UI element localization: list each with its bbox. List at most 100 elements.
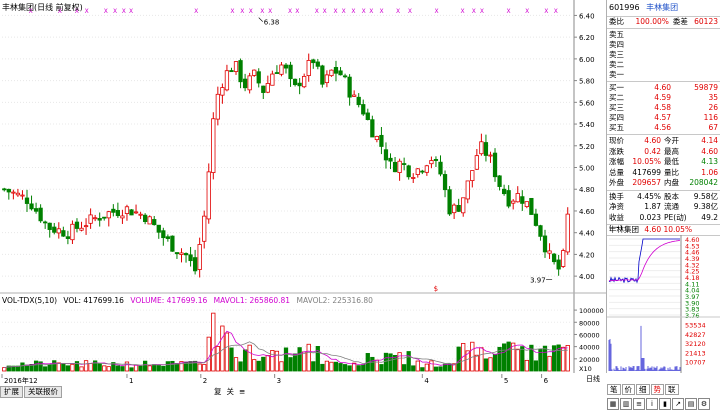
quote-label: 涨跌	[609, 146, 624, 156]
volume-bar	[329, 361, 334, 372]
kline-chart-area[interactable]: 6.40 6.20 6.00 5.80 5.60 5.40 5.20 5.00 4.80 4.60…	[0, 0, 607, 373]
candle-body	[242, 78, 248, 89]
period-label[interactable]: 日线	[586, 374, 600, 384]
volume-bar	[338, 363, 343, 372]
weibi-label: 委比	[609, 17, 624, 26]
volume-bar	[515, 348, 520, 372]
candle-body	[79, 227, 84, 231]
volume-bar	[120, 366, 125, 372]
candle-body	[188, 254, 193, 262]
signal-marker: X	[554, 8, 558, 15]
fund-label-2: 流通	[664, 202, 679, 211]
volume-bar	[152, 364, 157, 372]
volume-bar	[79, 366, 84, 372]
candle-body	[374, 136, 380, 141]
volume-bar	[533, 360, 539, 372]
chart-icon[interactable]: ▥	[620, 398, 632, 410]
candle-body	[424, 165, 429, 173]
list-icon[interactable]: ≡	[633, 398, 645, 410]
signal-marker: X	[129, 8, 133, 15]
quote-value: 10.05%	[632, 157, 661, 166]
price-tick-label: 4.80	[579, 186, 595, 194]
stock-name: 丰林集团	[646, 3, 679, 12]
tab-related-quotes[interactable]: 关联报价	[24, 386, 62, 398]
price-tick-label: 5.00	[579, 165, 595, 173]
buy-label: 买五	[609, 123, 624, 132]
info-icon[interactable]: i	[646, 398, 658, 410]
tab-lian[interactable]: 联	[665, 384, 679, 395]
candle-body	[397, 160, 402, 173]
trend-icon[interactable]: ↗	[672, 398, 684, 410]
quote-value-2: 4.14	[701, 136, 718, 145]
candle-body	[452, 204, 457, 214]
setting-icon[interactable]: ⚙	[698, 398, 710, 410]
volume-tick-label: 20000	[579, 356, 600, 364]
sell-volume	[671, 70, 718, 80]
sell-row: 卖三	[607, 50, 720, 60]
signal-marker: X	[260, 8, 264, 15]
volume-bar	[102, 365, 107, 372]
fund-row: 收益(一) 0.023 PE(动) 49.2	[607, 212, 720, 233]
volume-bar	[170, 360, 175, 372]
volume-bar	[524, 359, 529, 372]
volume-bar	[270, 350, 275, 372]
candle-body	[352, 94, 357, 97]
candle-body	[565, 213, 570, 253]
date-tick-label: 5	[504, 377, 508, 385]
menu-icon[interactable]: ≡	[237, 387, 247, 397]
buy-orders: 买一 4.60 59879 买二 4.59 35 买三 4.58 26 买四 4.57 116 买五 4.…	[607, 83, 720, 133]
signal-marker: X	[408, 8, 412, 15]
volume-bar	[147, 365, 152, 372]
candle-body	[470, 170, 475, 181]
volume-bar	[320, 363, 325, 372]
quote-value-2: 1.06	[701, 167, 718, 177]
volume-bar	[379, 364, 384, 372]
volume-bar	[474, 354, 479, 372]
kline-chart[interactable]: 6.40 6.20 6.00 5.80 5.60 5.40 5.20 5.00 4.80 4.60…	[0, 0, 606, 373]
candle-body	[215, 93, 220, 120]
candle-body	[324, 74, 330, 84]
sell-row: 卖一	[607, 70, 720, 80]
bottom-tabs: 扩展 关联报价	[0, 386, 63, 398]
signal-marker: X	[379, 8, 383, 15]
volume-bar	[88, 362, 93, 372]
volume-bar	[283, 347, 289, 372]
candle-body	[520, 196, 525, 204]
volume-bar	[424, 363, 429, 372]
quote-value-2: 4.60	[701, 146, 718, 156]
volume-bar	[2, 367, 7, 372]
tab-expand[interactable]: 扩展	[0, 386, 23, 398]
fund-value: 0.023	[639, 212, 661, 222]
candle-body	[265, 83, 270, 93]
quote-stats: 现价 4.60 今开 4.14 涨跌 0.42 最高 4.60 涨幅 10.05% 最低 4.13 总量…	[607, 136, 720, 189]
volume-bar	[233, 357, 239, 372]
date-tick-label: 1	[129, 377, 133, 385]
volume-bar	[492, 353, 498, 372]
signal-marker: X	[333, 8, 337, 15]
candle-body	[11, 191, 16, 194]
tab-jia[interactable]: 价	[621, 384, 635, 395]
volume-bar	[501, 343, 507, 372]
candle-body	[133, 211, 139, 214]
grid-icon[interactable]: ▦	[607, 398, 619, 410]
close-button[interactable]: 关	[225, 387, 237, 397]
table-icon[interactable]: ▤	[685, 398, 697, 410]
candle-body	[347, 76, 352, 98]
mini-price-change: 4.60 10.05%	[644, 225, 693, 234]
tab-shi[interactable]: 势	[650, 384, 664, 395]
tab-bi[interactable]: 笔	[607, 384, 621, 395]
tab-xi[interactable]: 细	[636, 384, 650, 395]
intraday-mini-chart[interactable]: 4.604.534.464.394.324.254.184.114.043.97…	[607, 235, 720, 373]
candle-body	[47, 222, 52, 230]
fuquan-button[interactable]: 复	[212, 387, 224, 397]
right-tool-icons: ▦ ▥ ≡ i ▮ ↗ ▤ ⚙	[607, 398, 720, 410]
signal-marker: X	[295, 8, 299, 15]
sell-price	[631, 70, 671, 80]
volume-unit-label: X10	[579, 365, 592, 373]
bar-icon[interactable]: ▮	[659, 398, 671, 410]
candle-body	[52, 226, 57, 233]
volume-bar	[433, 366, 439, 372]
candle-body	[83, 225, 89, 228]
volume-bar	[115, 365, 120, 372]
candle-body	[211, 118, 216, 173]
